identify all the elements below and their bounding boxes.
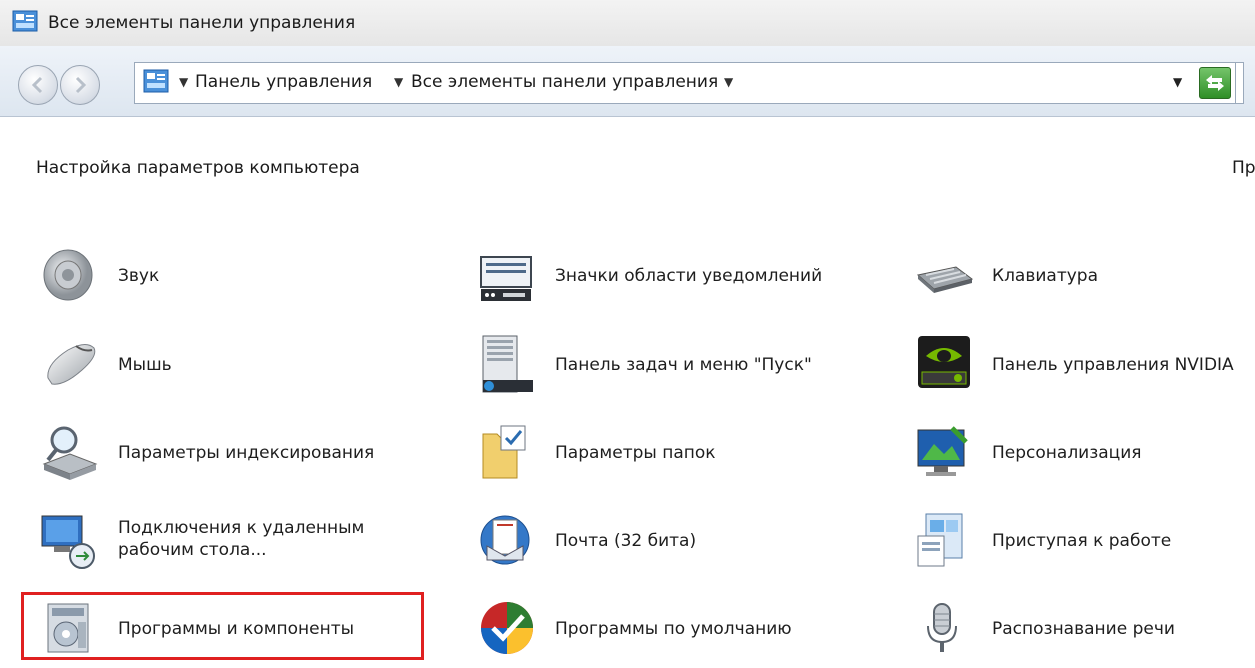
back-button[interactable] (18, 65, 58, 105)
mail-icon (480, 515, 530, 565)
item-label: Подключения к удаленным рабочим стола... (118, 518, 365, 560)
item-label: Панель управления NVIDIA (992, 355, 1234, 375)
address-bar[interactable]: ▼ Панель управления ▼ Все элементы панел… (134, 62, 1244, 104)
control-panel-icon (143, 69, 169, 93)
item-label: Параметры индексирования (118, 443, 375, 463)
item-label: Распознавание речи (992, 619, 1175, 639)
item-sound[interactable]: Звук (40, 245, 460, 309)
mouse-icon (47, 344, 96, 385)
forward-button[interactable] (60, 65, 100, 105)
item-label: Почта (32 бита) (555, 531, 697, 551)
address-history-dropdown-icon[interactable]: ▼ (1173, 75, 1182, 89)
refresh-go-icon[interactable] (1199, 67, 1231, 99)
default-programs-icon (481, 602, 533, 654)
folder-options-icon (482, 425, 526, 479)
view-by-label[interactable]: Пр (1232, 158, 1255, 178)
window-titlebar: Все элементы панели управления (0, 0, 1255, 47)
indexing-icon (42, 426, 98, 480)
back-arrow-icon (31, 76, 43, 94)
item-nvidia[interactable]: Панель управления NVIDIA (914, 334, 1255, 398)
taskbar-icon (482, 335, 533, 393)
window-title: Все элементы панели управления (48, 13, 356, 33)
speaker-icon (43, 249, 93, 301)
navigation-bar: ▼ Панель управления ▼ Все элементы панел… (0, 46, 1255, 117)
item-label: Клавиатура (992, 266, 1099, 286)
item-getting-started[interactable]: Приступая к работе (914, 510, 1255, 574)
item-label: Звук (118, 266, 160, 286)
microphone-icon (927, 603, 957, 652)
getting-started-icon (917, 513, 963, 567)
item-taskbar[interactable]: Панель задач и меню "Пуск" (477, 334, 897, 398)
personalization-icon (917, 426, 968, 476)
item-label: Значки области уведомлений (555, 266, 823, 286)
breadcrumb-dropdown-icon[interactable]: ▼ (179, 75, 188, 89)
breadcrumb-dropdown-icon[interactable]: ▼ (394, 75, 403, 89)
item-notification-icons[interactable]: Значки области уведомлений (477, 245, 897, 309)
item-remote-desktop[interactable]: Подключения к удаленным рабочим стола... (40, 510, 460, 574)
address-divider (1235, 63, 1236, 103)
item-mail[interactable]: Почта (32 бита) (477, 510, 897, 574)
breadcrumb-control-panel[interactable]: Панель управления (195, 72, 372, 92)
breadcrumb-all-items[interactable]: Все элементы панели управления (411, 72, 718, 92)
breadcrumb-dropdown-icon[interactable]: ▼ (724, 75, 733, 89)
item-label: Мышь (118, 355, 172, 375)
control-panel-icon (12, 10, 38, 32)
keyboard-icon (916, 266, 974, 293)
item-label: Панель задач и меню "Пуск" (555, 355, 812, 375)
forward-arrow-icon (75, 76, 87, 94)
item-folder-options[interactable]: Параметры папок (477, 422, 897, 486)
item-label: Программы по умолчанию (555, 619, 792, 639)
item-default-programs[interactable]: Программы по умолчанию (477, 598, 897, 662)
item-keyboard[interactable]: Клавиатура (914, 245, 1255, 309)
item-indexing[interactable]: Параметры индексирования (40, 422, 460, 486)
item-personalization[interactable]: Персонализация (914, 422, 1255, 486)
highlight-box (21, 592, 424, 660)
item-mouse[interactable]: Мышь (40, 334, 460, 398)
item-label: Персонализация (992, 443, 1142, 463)
remote-desktop-icon (41, 515, 95, 569)
page-heading: Настройка параметров компьютера (36, 158, 360, 178)
item-speech-recognition[interactable]: Распознавание речи (914, 598, 1255, 662)
item-label: Приступая к работе (992, 531, 1172, 551)
nvidia-icon (918, 336, 970, 388)
item-label: Параметры папок (555, 443, 716, 463)
notification-area-icon (480, 256, 532, 301)
